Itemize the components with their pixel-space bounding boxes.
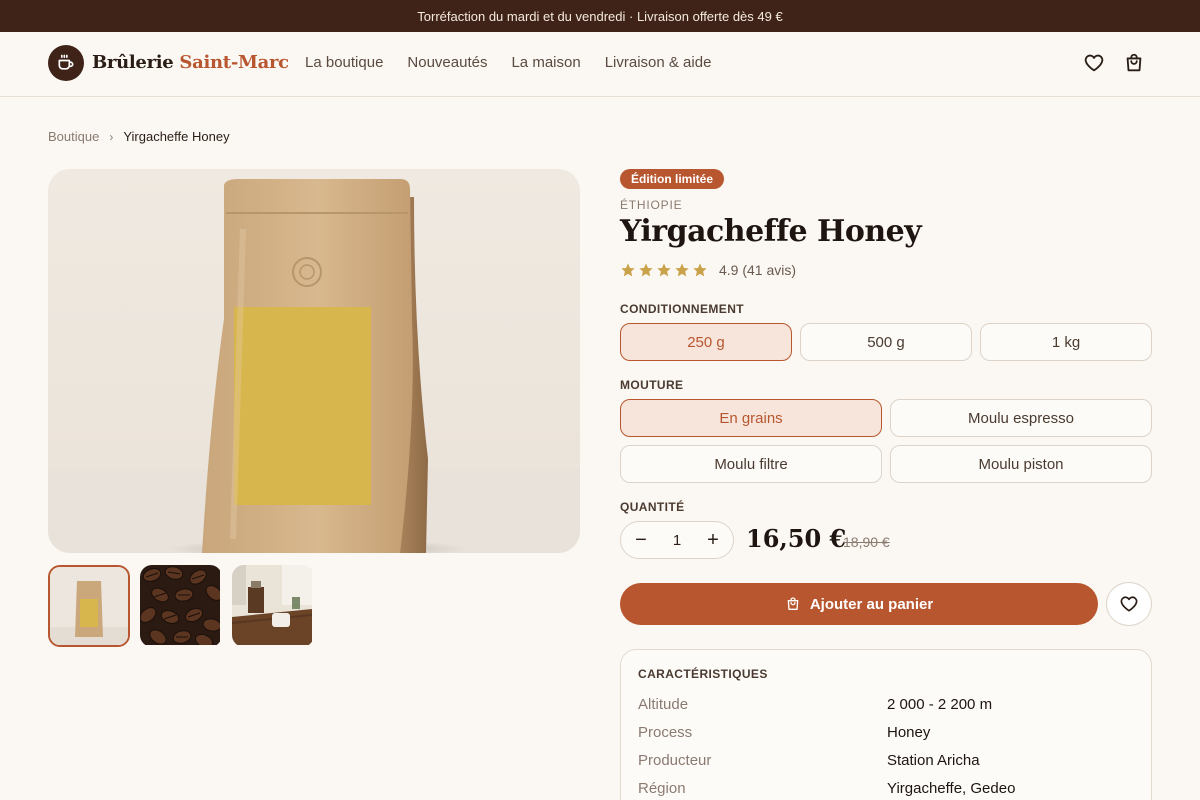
star-icon [675, 263, 689, 277]
grinder-cup-thumbnail-image [232, 565, 313, 645]
product-rating[interactable]: 4.9 (41 avis) [620, 262, 796, 278]
specs-title: CARACTÉRISTIQUES [638, 667, 768, 681]
breadcrumb-link-boutique[interactable]: Boutique [48, 129, 99, 144]
packaging-label: CONDITIONNEMENT [620, 302, 744, 316]
specs-card: CARACTÉRISTIQUES Altitude 2 000 - 2 200 … [620, 649, 1152, 800]
quantity-value[interactable]: 1 [657, 532, 697, 549]
current-price: 16,50 € [746, 524, 847, 553]
packaging-option-1kg[interactable]: 1 kg [980, 323, 1152, 361]
coffee-bag-thumbnail-image [50, 567, 128, 645]
brand-name[interactable]: Brûlerie Saint-Marc [92, 52, 289, 73]
quantity-label: QUANTITÉ [620, 500, 685, 514]
quantity-stepper: − 1 + [620, 521, 734, 559]
quantity-decrease-button[interactable]: − [631, 530, 651, 550]
brand-name-part2: Saint-Marc [179, 52, 289, 73]
coffee-beans-thumbnail-image [140, 565, 222, 647]
grind-option-filtre[interactable]: Moulu filtre [620, 445, 882, 483]
spec-key: Région [638, 780, 686, 797]
star-icon [639, 263, 653, 277]
thumbnail-coffee-beans[interactable] [140, 565, 222, 647]
limited-edition-badge: Édition limitée [620, 169, 725, 189]
add-to-cart-button[interactable]: Ajouter au panier [620, 583, 1098, 625]
spec-key: Producteur [638, 752, 712, 769]
nav-item-maison[interactable]: La maison [511, 54, 580, 71]
thumbnail-grinder-cup[interactable] [232, 565, 314, 647]
grind-option-piston[interactable]: Moulu piston [890, 445, 1152, 483]
packaging-option-500g[interactable]: 500 g [800, 323, 972, 361]
brand-name-part1: Brûlerie [92, 52, 174, 73]
spec-key: Process [638, 724, 693, 741]
quantity-increase-button[interactable]: + [703, 530, 723, 550]
promo-bar: Torréfaction du mardi et du vendredi · L… [0, 0, 1200, 32]
shopping-bag-icon [787, 597, 799, 610]
star-icon [621, 263, 635, 277]
old-price: 18,90 € [843, 534, 890, 550]
spec-value: Station Aricha [887, 752, 980, 769]
product-title: Yirgacheffe Honey [620, 214, 922, 249]
thumbnail-list [48, 565, 314, 647]
packaging-option-250g[interactable]: 250 g [620, 323, 792, 361]
product-origin: ÉTHIOPIE [620, 198, 683, 212]
grind-label: MOUTURE [620, 378, 684, 392]
heart-icon [1120, 596, 1138, 612]
wishlist-button[interactable] [1106, 582, 1152, 626]
add-to-cart-label: Ajouter au panier [809, 595, 934, 613]
logo-mark[interactable] [48, 45, 84, 81]
breadcrumb-current: Yirgacheffe Honey [123, 129, 230, 144]
main-nav: La boutique Nouveautés La maison Livrais… [305, 54, 711, 71]
grind-option-espresso[interactable]: Moulu espresso [890, 399, 1152, 437]
spec-value: 2 000 - 2 200 m [887, 696, 993, 713]
heart-icon[interactable] [1083, 52, 1105, 74]
coffee-cup-icon [58, 54, 74, 70]
grind-option-en-grains[interactable]: En grains [620, 399, 882, 437]
star-icon [657, 263, 671, 277]
nav-item-boutique[interactable]: La boutique [305, 54, 383, 71]
coffee-bag-illustration [48, 179, 580, 553]
promo-text: Torréfaction du mardi et du vendredi · L… [417, 8, 783, 24]
shopping-bag-icon[interactable] [1123, 52, 1145, 74]
rating-text: 4.9 (41 avis) [719, 262, 797, 278]
site-header: Brûlerie Saint-Marc La boutique Nouveaut… [0, 32, 1200, 97]
nav-item-livraison[interactable]: Livraison & aide [605, 54, 712, 71]
spec-key: Altitude [638, 696, 689, 713]
chevron-right-icon: › [109, 129, 114, 144]
product-main-image[interactable] [48, 169, 580, 553]
spec-value: Honey [887, 724, 931, 741]
star-icon [693, 263, 707, 277]
spec-value: Yirgacheffe, Gedeo [887, 780, 1016, 797]
nav-item-nouveautes[interactable]: Nouveautés [407, 54, 487, 71]
thumbnail-coffee-bag[interactable] [48, 565, 130, 647]
breadcrumb: Boutique › Yirgacheffe Honey [48, 129, 230, 144]
